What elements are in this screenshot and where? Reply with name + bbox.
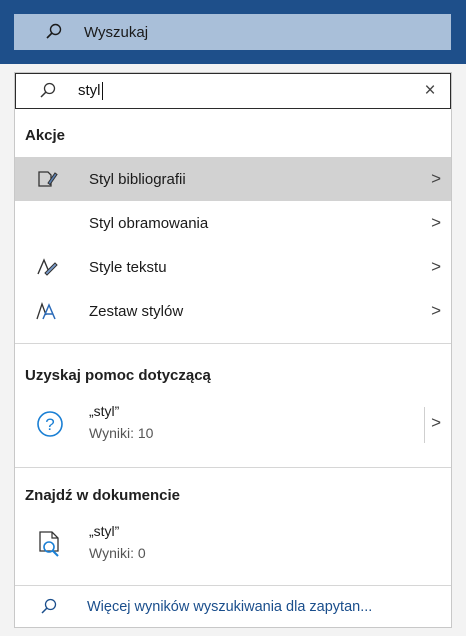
title-bar: Wyszukaj: [0, 0, 466, 64]
chevron-right-icon[interactable]: >: [431, 413, 441, 433]
search-icon: [44, 22, 64, 42]
action-item-bibliography-style[interactable]: Styl bibliografii >: [15, 157, 451, 201]
action-item-label: Styl bibliografii: [89, 170, 186, 188]
action-item-label: Zestaw stylów: [89, 302, 184, 320]
divider: [424, 407, 425, 443]
style-set-icon: [35, 299, 59, 323]
chevron-right-icon: >: [431, 257, 441, 276]
document-search-icon: [35, 529, 65, 559]
divider: [15, 467, 451, 468]
close-icon[interactable]: ×: [420, 80, 440, 102]
find-result-query: „styl”: [89, 523, 120, 539]
action-item-style-set[interactable]: Zestaw stylów >: [15, 289, 451, 333]
search-icon: [38, 81, 58, 101]
search-icon: [39, 597, 59, 617]
chevron-right-icon: >: [431, 301, 441, 320]
chevron-right-icon: >: [431, 169, 441, 188]
action-item-label: Styl obramowania: [89, 214, 209, 232]
find-result-count: Wyniki: 0: [89, 545, 146, 561]
help-result[interactable]: ? „styl” Wyniki: 10 >: [15, 395, 451, 453]
top-search-label: Wyszukaj: [84, 23, 149, 41]
chevron-right-icon: >: [431, 213, 441, 232]
divider: [15, 585, 451, 586]
search-dropdown: styl × Akcje Styl bibliografii > Styl ob…: [14, 72, 452, 628]
help-question-icon: ?: [35, 409, 65, 439]
section-title-help: Uzyskaj pomoc dotyczącą: [25, 366, 211, 384]
bibliography-style-icon: [35, 167, 59, 191]
find-result[interactable]: „styl” Wyniki: 0: [15, 515, 451, 573]
text-caret: [101, 82, 103, 101]
help-result-count: Wyniki: 10: [89, 425, 154, 441]
help-result-query: „styl”: [89, 403, 120, 419]
action-item-border-style[interactable]: Styl obramowania >: [15, 201, 451, 245]
action-item-text-styles[interactable]: Style tekstu >: [15, 245, 451, 289]
svg-text:?: ?: [45, 415, 54, 434]
text-styles-brush-icon: [35, 255, 59, 279]
top-search-box[interactable]: Wyszukaj: [14, 14, 451, 50]
divider: [15, 343, 451, 344]
search-input[interactable]: styl ×: [15, 73, 451, 109]
search-query-value: styl: [78, 81, 103, 101]
more-results-link[interactable]: Więcej wyników wyszukiwania dla zapytan.…: [15, 589, 451, 625]
section-title-find: Znajdź w dokumencie: [25, 486, 181, 504]
action-item-label: Style tekstu: [89, 258, 167, 276]
section-title-actions: Akcje: [25, 126, 66, 144]
more-results-label: Więcej wyników wyszukiwania dla zapytan.…: [87, 599, 373, 615]
